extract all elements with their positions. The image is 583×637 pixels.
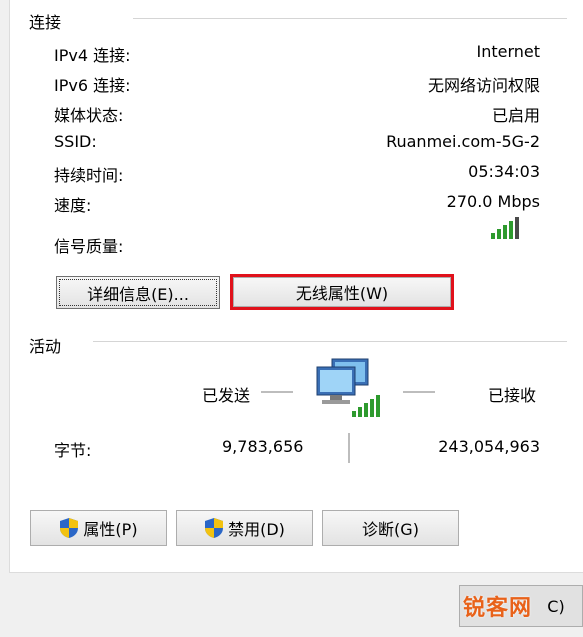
duration-value: 05:34:03 <box>468 162 540 181</box>
bytes-divider <box>348 433 350 463</box>
signal-quality-label: 信号质量: <box>54 237 124 256</box>
properties-button-label: 属性(P) <box>83 520 138 539</box>
sent-line <box>261 391 293 393</box>
details-button[interactable]: 详细信息(E)... <box>56 276 220 309</box>
ssid-label: SSID: <box>54 132 97 151</box>
ipv4-value: Internet <box>476 42 540 61</box>
uac-shield-icon <box>205 518 224 538</box>
received-line <box>403 391 435 393</box>
speed-label: 速度: <box>54 196 92 215</box>
diagnose-button[interactable]: 诊断(G) <box>322 510 459 546</box>
connection-group-title: 连接 <box>29 13 62 32</box>
bytes-sent-value: 9,783,656 <box>222 437 304 456</box>
speed-value: 270.0 Mbps <box>446 192 540 211</box>
connection-group-divider <box>133 18 567 19</box>
disable-button-label: 禁用(D) <box>228 520 285 539</box>
uac-shield-icon <box>60 518 79 538</box>
activity-group-title: 活动 <box>29 337 62 356</box>
activity-group-divider <box>93 341 567 342</box>
duration-label: 持续时间: <box>54 166 124 185</box>
ipv6-label: IPv6 连接: <box>54 76 131 95</box>
sent-label: 已发送 <box>202 386 251 405</box>
ssid-value: Ruanmei.com-5G-2 <box>386 132 540 151</box>
media-state-label: 媒体状态: <box>54 106 124 125</box>
wireless-properties-label: 无线属性(W) <box>295 284 389 303</box>
properties-button[interactable]: 属性(P) <box>30 510 167 546</box>
ipv4-label: IPv4 连接: <box>54 46 131 65</box>
close-button-label: C) <box>547 596 565 616</box>
received-label: 已接收 <box>488 386 537 405</box>
details-button-label: 详细信息(E)... <box>87 284 189 304</box>
network-computers-icon <box>316 358 380 417</box>
disable-button[interactable]: 禁用(D) <box>176 510 313 546</box>
ipv6-value: 无网络访问权限 <box>427 76 540 95</box>
bytes-received-value: 243,054,963 <box>438 437 540 456</box>
wireless-properties-button[interactable]: 无线属性(W) <box>233 277 451 307</box>
diagnose-button-label: 诊断(G) <box>362 520 419 539</box>
signal-bars-icon <box>491 217 519 239</box>
bytes-label: 字节: <box>54 441 92 460</box>
watermark-logo: 锐客网 <box>463 596 533 621</box>
media-state-value: 已启用 <box>491 106 540 125</box>
